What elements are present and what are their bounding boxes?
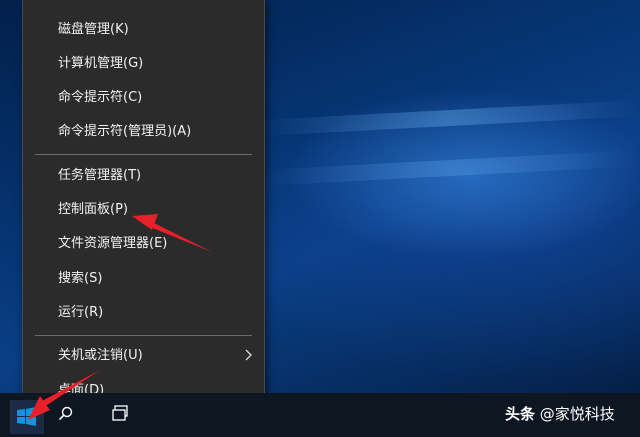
menu-item-command-prompt[interactable]: 命令提示符(C): [23, 81, 264, 115]
menu-item-task-manager[interactable]: 任务管理器(T): [23, 159, 264, 193]
chevron-right-icon: [245, 349, 252, 361]
menu-item-label: 计算机管理(G): [58, 56, 144, 71]
task-view-icon[interactable]: [112, 404, 132, 422]
menu-item-command-prompt-admin[interactable]: 命令提示符(管理员)(A): [23, 115, 264, 149]
menu-item-label: 文件资源管理器(E): [58, 236, 168, 251]
menu-item-label: 磁盘管理(K): [58, 22, 129, 37]
watermark: 头条 @家悦科技: [505, 402, 635, 426]
menu-separator: [35, 154, 252, 155]
menu-item-label: 任务管理器(T): [58, 168, 142, 183]
windows-logo-icon[interactable]: [10, 400, 44, 434]
menu-item-label: 命令提示符(C): [58, 90, 143, 105]
wallpaper-light-beam: [260, 150, 640, 186]
winx-context-menu: 磁盘管理(K) 计算机管理(G) 命令提示符(C) 命令提示符(管理员)(A) …: [22, 0, 265, 419]
menu-item-disk-management[interactable]: 磁盘管理(K): [23, 13, 264, 47]
search-icon[interactable]: [58, 406, 74, 422]
wallpaper-light-beam: [260, 100, 640, 136]
watermark-brand: 头条: [505, 405, 536, 423]
menu-item-search[interactable]: 搜索(S): [23, 262, 264, 296]
menu-item-run[interactable]: 运行(R): [23, 296, 264, 330]
menu-item-label: 控制面板(P): [58, 202, 128, 217]
menu-item-computer-management[interactable]: 计算机管理(G): [23, 47, 264, 81]
menu-item-label: 关机或注销(U): [58, 348, 143, 363]
menu-item-shutdown-signout[interactable]: 关机或注销(U): [23, 339, 264, 373]
watermark-handle: @家悦科技: [539, 405, 615, 423]
menu-item-label: 运行(R): [58, 305, 104, 320]
menu-item-file-explorer[interactable]: 文件资源管理器(E): [23, 227, 264, 261]
menu-separator: [35, 335, 252, 336]
menu-item-label: 命令提示符(管理员)(A): [58, 124, 192, 139]
menu-item-label: 搜索(S): [58, 271, 103, 286]
menu-item-control-panel[interactable]: 控制面板(P): [23, 193, 264, 227]
